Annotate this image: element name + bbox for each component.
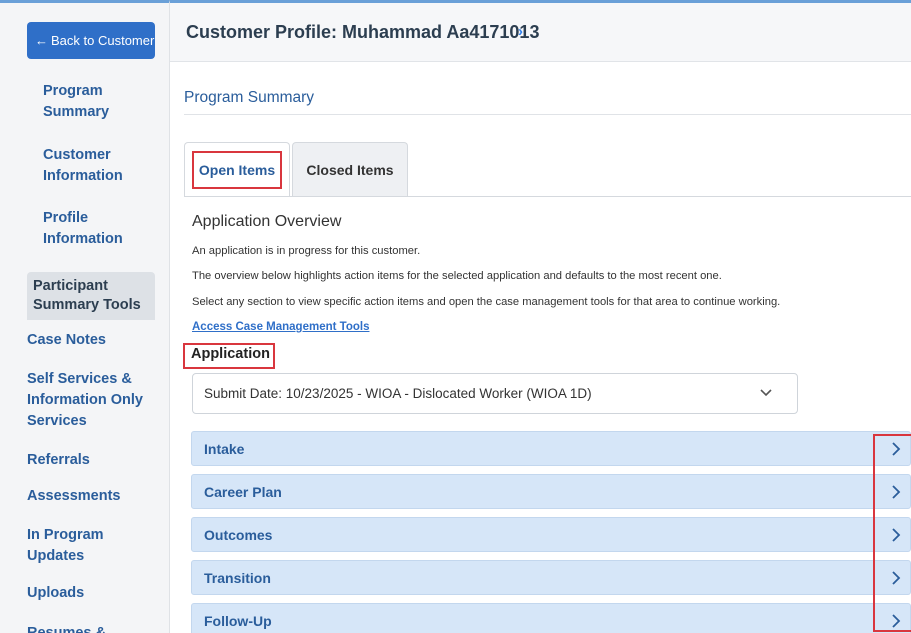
sidebar-item-case-notes[interactable]: Case Notes (27, 330, 153, 351)
tab-closed-items[interactable]: Closed Items (292, 142, 408, 196)
accordion-career-plan[interactable]: Career Plan (191, 474, 911, 509)
page-header: Customer Profile: Muhammad Aa4171013 › (170, 3, 911, 62)
accordion-intake-label: Intake (204, 440, 245, 457)
accordion-transition-label: Transition (204, 569, 271, 586)
overview-text-3: Select any section to view specific acti… (192, 296, 781, 308)
access-case-management-tools-link[interactable]: Access Case Management Tools (192, 321, 369, 333)
program-summary-title: Program Summary (184, 89, 315, 106)
tab-open-items-label: Open Items (191, 150, 283, 189)
accordion-transition[interactable]: Transition (191, 560, 911, 595)
accordion-career-plan-label: Career Plan (204, 483, 282, 500)
back-to-customer-button[interactable]: ← Back to Customer (27, 22, 155, 59)
overview-text-2: The overview below highlights action ite… (192, 270, 722, 282)
accordion-outcomes-label: Outcomes (204, 526, 273, 543)
divider (184, 114, 911, 115)
sidebar: ← Back to Customer Program Summary Custo… (0, 0, 170, 633)
back-button-label: Back to Customer (51, 33, 155, 48)
sidebar-item-resumes[interactable]: Resumes & (27, 623, 153, 633)
chevron-down-icon (760, 389, 772, 397)
sidebar-item-in-program-updates[interactable]: In Program Updates (27, 525, 153, 567)
application-select-value: Submit Date: 10/23/2025 - WIOA - Disloca… (204, 386, 592, 401)
sidebar-item-uploads[interactable]: Uploads (27, 583, 153, 604)
chevron-highlight-box (873, 434, 911, 632)
accordion-follow-up[interactable]: Follow-Up (191, 603, 911, 633)
sidebar-item-self-services[interactable]: Self Services & Information Only Service… (27, 369, 153, 432)
accordion-intake[interactable]: Intake (191, 431, 911, 466)
application-overview-title: Application Overview (192, 213, 342, 230)
chevron-right-icon[interactable]: › (518, 23, 523, 40)
sidebar-item-assessments[interactable]: Assessments (27, 486, 153, 507)
sidebar-item-profile-information[interactable]: Profile Information (43, 208, 153, 250)
sidebar-item-customer-information[interactable]: Customer Information (43, 145, 153, 187)
accordion-outcomes[interactable]: Outcomes (191, 517, 911, 552)
sidebar-item-referrals[interactable]: Referrals (27, 450, 153, 471)
overview-text-1: An application is in progress for this c… (192, 245, 421, 257)
tabs-divider (184, 196, 911, 197)
arrow-left-icon: ← (35, 33, 48, 48)
sidebar-item-program-summary[interactable]: Program Summary (43, 81, 153, 123)
application-select[interactable]: Submit Date: 10/23/2025 - WIOA - Disloca… (192, 373, 798, 414)
participant-summary-tools-heading: Participant Summary Tools (27, 272, 155, 320)
application-label: Application (191, 346, 270, 362)
tab-open-items[interactable]: Open Items (184, 142, 290, 196)
page-title: Customer Profile: Muhammad Aa4171013 (186, 22, 540, 42)
accordion-follow-up-label: Follow-Up (204, 612, 272, 629)
